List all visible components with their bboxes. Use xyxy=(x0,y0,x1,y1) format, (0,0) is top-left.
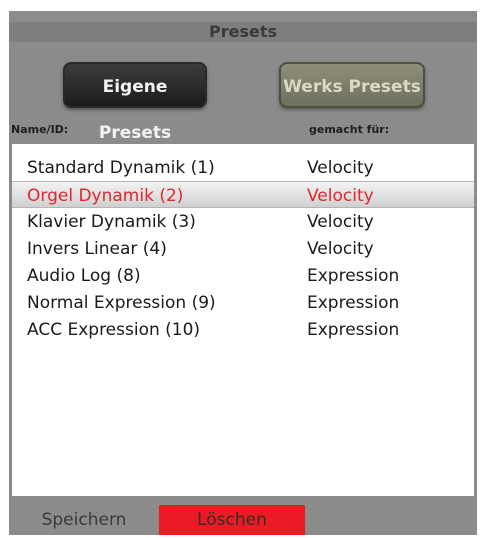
preset-made-for: Expression xyxy=(307,320,400,340)
preset-made-for: Velocity xyxy=(307,186,374,206)
bottom-bar-spacer xyxy=(305,505,477,535)
preset-name: ACC Expression (10) xyxy=(27,320,201,340)
preset-name: Klavier Dynamik (3) xyxy=(27,212,196,232)
save-button[interactable]: Speichern xyxy=(9,505,159,535)
list-item-selected[interactable]: Orgel Dynamik (2) Velocity xyxy=(12,181,474,208)
preset-name: Invers Linear (4) xyxy=(27,239,167,259)
list-item[interactable]: Audio Log (8) Expression xyxy=(12,262,474,289)
preset-name: Audio Log (8) xyxy=(27,266,141,286)
preset-name: Standard Dynamik (1) xyxy=(27,158,215,178)
preset-made-for: Velocity xyxy=(307,239,374,259)
list-item[interactable]: Invers Linear (4) Velocity xyxy=(12,235,474,262)
preset-made-for: Velocity xyxy=(307,212,374,232)
delete-button[interactable]: Löschen xyxy=(159,505,305,535)
preset-list[interactable]: Standard Dynamik (1) Velocity Orgel Dyna… xyxy=(12,144,474,496)
preset-name: Normal Expression (9) xyxy=(27,293,216,313)
list-item[interactable]: Normal Expression (9) Expression xyxy=(12,289,474,316)
column-header-made-for: gemacht für: xyxy=(309,123,390,136)
preset-made-for: Expression xyxy=(307,293,400,313)
column-header-name: Name/ID: xyxy=(11,123,69,136)
preset-made-for: Expression xyxy=(307,266,400,286)
panel-title: Presets xyxy=(9,22,477,42)
preset-name: Orgel Dynamik (2) xyxy=(27,186,184,206)
bottom-action-bar: Speichern Löschen xyxy=(9,505,477,535)
list-item[interactable]: Klavier Dynamik (3) Velocity xyxy=(12,208,474,235)
list-item[interactable]: ACC Expression (10) Expression xyxy=(12,316,474,343)
list-item[interactable]: Standard Dynamik (1) Velocity xyxy=(12,154,474,181)
own-presets-button[interactable]: Eigene Presets xyxy=(63,62,207,143)
presets-panel: Presets Eigene Presets Werks Presets Nam… xyxy=(9,11,477,535)
preset-made-for: Velocity xyxy=(307,158,374,178)
factory-presets-button[interactable]: Werks Presets xyxy=(279,62,425,108)
